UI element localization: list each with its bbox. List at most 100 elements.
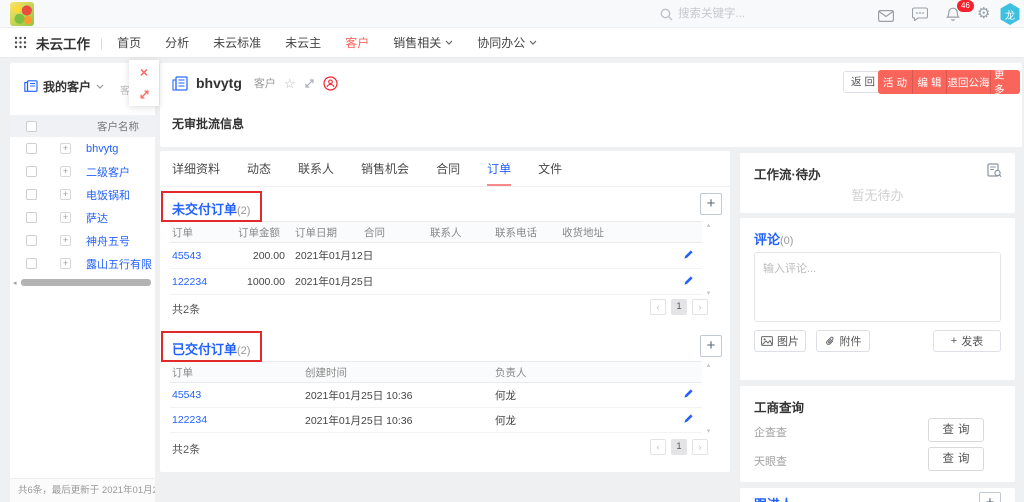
nav-item-collab[interactable]: 协同办公 [477, 34, 537, 51]
prev-page-button[interactable]: ‹ [650, 299, 666, 315]
edit-icon [683, 388, 694, 399]
delivered-orders-table: 订单 创建时间 负责人 45543 2021年01月25日 10:36 何龙 1… [170, 361, 702, 433]
avatar[interactable]: 龙 [999, 3, 1021, 25]
qichacha-query-button[interactable]: 查询 [928, 418, 984, 442]
nav-item-sales[interactable]: 销售相关 [393, 34, 453, 51]
scroll-up-icon[interactable]: ▴ [707, 361, 711, 369]
edit-icon [683, 249, 694, 260]
order-link[interactable]: 122234 [170, 276, 236, 288]
delivered-count: (2) [237, 345, 250, 357]
customer-link[interactable]: 二级客户 [86, 164, 130, 180]
tab-contracts[interactable]: 合同 [436, 151, 460, 186]
tianyancha-query-button[interactable]: 查询 [928, 447, 984, 471]
table-vertical-scrollbar[interactable]: ▴ ▾ [704, 361, 713, 435]
row-expander[interactable]: + [60, 189, 71, 200]
publish-comment-button[interactable]: + 发表 [933, 330, 1001, 352]
edit-row-button[interactable] [403, 275, 702, 289]
order-link[interactable]: 45543 [170, 250, 236, 262]
activity-button[interactable]: 活动 [878, 70, 912, 94]
row-expander[interactable]: + [60, 212, 71, 223]
scrollbar-thumb[interactable] [21, 279, 151, 286]
row-checkbox[interactable] [26, 212, 37, 223]
back-button[interactable]: 返回 [843, 71, 883, 93]
customer-link[interactable]: 萨达 [86, 210, 108, 226]
star-icon[interactable]: ☆ [284, 77, 296, 90]
comment-input[interactable] [754, 252, 1001, 322]
nav-item-home[interactable]: 首页 [117, 34, 141, 51]
row-checkbox[interactable] [26, 189, 37, 200]
nav-item-standard[interactable]: 未云标准 [213, 34, 261, 51]
next-page-button[interactable]: › [692, 439, 708, 455]
add-attachment-button[interactable]: 附件 [816, 330, 870, 352]
transfer-arrows-icon[interactable] [304, 78, 315, 89]
tab-contacts[interactable]: 联系人 [298, 151, 334, 186]
tab-activity[interactable]: 动态 [247, 151, 271, 186]
scroll-down-icon[interactable]: ▾ [707, 289, 711, 297]
apps-grid-icon[interactable] [14, 36, 27, 49]
comments-title: 评论(0) [754, 229, 793, 248]
scroll-down-icon[interactable]: ▾ [707, 427, 711, 435]
row-expander[interactable]: + [60, 235, 71, 246]
add-undelivered-order-button[interactable]: + [700, 193, 722, 215]
lock-status-icon[interactable] [323, 76, 338, 91]
nav-item-analysis[interactable]: 分析 [165, 34, 189, 51]
table-row: 45543 200.00 2021年01月12日 [170, 243, 702, 269]
order-link[interactable]: 122234 [170, 414, 303, 426]
row-checkbox[interactable] [26, 166, 37, 177]
prev-page-button[interactable]: ‹ [650, 439, 666, 455]
nav-item-main[interactable]: 未云主 [285, 34, 321, 51]
row-expander[interactable]: + [60, 166, 71, 177]
row-checkbox[interactable] [26, 143, 37, 154]
order-link[interactable]: 45543 [170, 389, 303, 401]
expand-button[interactable] [129, 83, 159, 106]
created-time: 2021年01月25日 10:36 [303, 413, 493, 428]
tab-orders[interactable]: 订单 [487, 151, 511, 186]
edit-row-button[interactable] [633, 388, 702, 402]
customer-link[interactable]: 电饭锅和 [86, 187, 130, 203]
horizontal-scrollbar[interactable]: ◂ [13, 278, 151, 287]
next-page-button[interactable]: › [692, 299, 708, 315]
current-page[interactable]: 1 [671, 439, 687, 455]
edit-button[interactable]: 编辑 [912, 70, 946, 94]
chat-icon[interactable] [912, 7, 928, 26]
edit-row-button[interactable] [633, 413, 702, 427]
tab-opportunities[interactable]: 销售机会 [361, 151, 409, 186]
row-checkbox[interactable] [26, 235, 37, 246]
tab-files[interactable]: 文件 [538, 151, 562, 186]
row-checkbox[interactable] [26, 258, 37, 269]
scroll-up-icon[interactable]: ▴ [707, 221, 711, 229]
workflow-title: 工作流·待办 [754, 164, 821, 183]
chevron-down-icon[interactable] [96, 84, 104, 89]
add-image-button[interactable]: 图片 [754, 330, 806, 352]
brand-title[interactable]: 未云工作 [36, 33, 90, 53]
search-input[interactable] [678, 4, 828, 24]
notification-badge: 46 [957, 0, 974, 12]
customer-list-title[interactable]: 我的客户 [43, 78, 91, 95]
workflow-search-icon[interactable] [987, 163, 1002, 183]
row-expander[interactable]: + [60, 258, 71, 269]
edit-row-button[interactable] [403, 249, 702, 263]
customer-link[interactable]: 神舟五号 [86, 233, 130, 249]
mail-icon[interactable] [878, 9, 894, 27]
search-icon[interactable] [660, 8, 673, 26]
tab-profile[interactable]: 详细资料 [172, 151, 220, 186]
scroll-left-icon[interactable]: ◂ [13, 279, 21, 287]
app-window: 46 ⚙ 龙 未云工作 | 首页 分析 未云标准 未云主 客户 销售相关 协同办… [0, 0, 1024, 502]
table-row: 45543 2021年01月25日 10:36 何龙 [170, 383, 702, 408]
paperclip-icon [825, 336, 836, 347]
customer-link[interactable]: bhvytg [86, 143, 118, 155]
select-all-checkbox[interactable] [26, 121, 37, 132]
close-button[interactable]: × [129, 60, 159, 83]
customer-table-header: 客户名称 [10, 115, 155, 137]
more-button[interactable]: 更多 [990, 70, 1020, 94]
current-page[interactable]: 1 [671, 299, 687, 315]
gear-icon[interactable]: ⚙ [977, 5, 990, 23]
undelivered-orders-table: 订单 订单金额 订单日期 合同 联系人 联系电话 收货地址 45543 200.… [170, 221, 702, 295]
return-to-pool-button[interactable]: 退回公海 [946, 70, 990, 94]
customer-link[interactable]: 露山五行有限 [86, 256, 152, 272]
add-delivered-order-button[interactable]: + [700, 335, 722, 357]
row-expander[interactable]: + [60, 143, 71, 154]
nav-item-customer[interactable]: 客户 [345, 34, 369, 51]
add-follow-up-button[interactable]: + [979, 492, 1001, 502]
table-vertical-scrollbar[interactable]: ▴ ▾ [704, 221, 713, 297]
